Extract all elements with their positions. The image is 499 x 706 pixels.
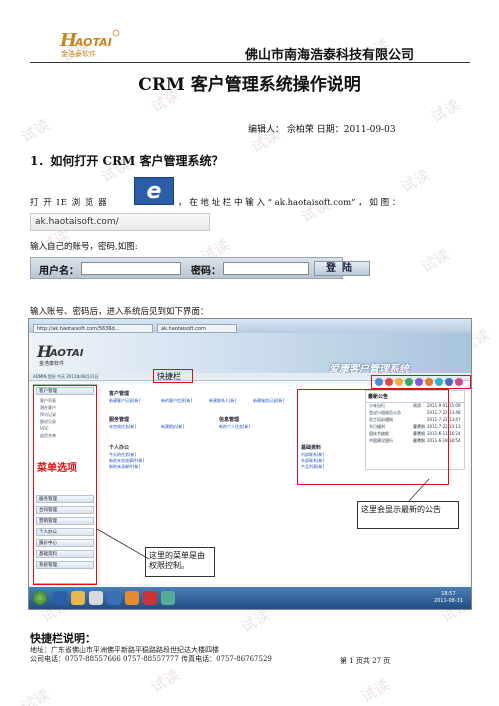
- username-input[interactable]: [81, 262, 181, 275]
- svg-text:AOTAI: AOTAI: [74, 36, 112, 49]
- watermark: 试读: [397, 165, 433, 197]
- login-intro-text: 输入自己的账号，密码,如图:: [30, 242, 138, 252]
- company-logo: H AOTAI 金浩泰软件: [58, 26, 128, 62]
- section-heading-open: 1．如何打开 CRM 客户管理系统？: [30, 154, 224, 168]
- watermark: 试读: [417, 245, 453, 277]
- page-number: 第 1 页共 27 页: [340, 657, 391, 665]
- footer-address: 地址：广东省佛山市平洲佛平新路平稳路路段世纪达大楼四楼: [30, 646, 219, 654]
- logo-subtitle: 金浩泰软件: [61, 50, 96, 58]
- address-bar-example: ak.haotaisoft.com/: [30, 213, 210, 231]
- login-after-text: 输入账号、密码后，进入系统后见到如下界面：: [30, 307, 209, 317]
- system-screenshot: http://ak.haotaisoft.com/5636d... ak.hao…: [28, 318, 472, 610]
- step-open-ie-text: 打 开 IE 浏 览 器: [30, 198, 108, 208]
- document-title: CRM 客户管理系统操作说明: [138, 75, 361, 95]
- step-enter-url-text: ， 在 地 址 栏 中 输 入 “ ak.haotaisoft.com” ， 如…: [178, 198, 401, 208]
- page-footer: 地址：广东省佛山市平洲佛平新路平稳路路段世纪达大楼四楼 公司电话：0757-88…: [30, 646, 272, 664]
- watermark: 试读: [17, 115, 53, 147]
- footer-phone: 公司电话：0757-88557666 0757-88557777 传真电话：07…: [30, 655, 272, 663]
- header-divider: [30, 62, 470, 63]
- login-form-example: 用户名： 密码： 登陆: [30, 257, 370, 279]
- username-label: 用户名：: [39, 266, 79, 277]
- watermark: 试读: [427, 95, 463, 127]
- callout-lines: [96, 478, 430, 560]
- password-input[interactable]: [223, 262, 309, 275]
- watermark: 试读: [17, 685, 53, 706]
- watermark: 试读: [147, 665, 183, 697]
- login-button[interactable]: 登陆: [314, 261, 370, 276]
- watermark: 试读: [357, 675, 393, 706]
- ie-browser-icon: e: [134, 177, 174, 205]
- password-label: 密码：: [191, 266, 221, 277]
- section-heading-shortcut: 快捷栏说明：: [30, 632, 96, 645]
- address-bar-url: ak.haotaisoft.com/: [35, 217, 119, 227]
- company-name: 佛山市南海浩泰科技有限公司: [244, 48, 414, 63]
- document-meta: 编辑人： 佘柏荣 日期：2011-09-03: [248, 125, 396, 135]
